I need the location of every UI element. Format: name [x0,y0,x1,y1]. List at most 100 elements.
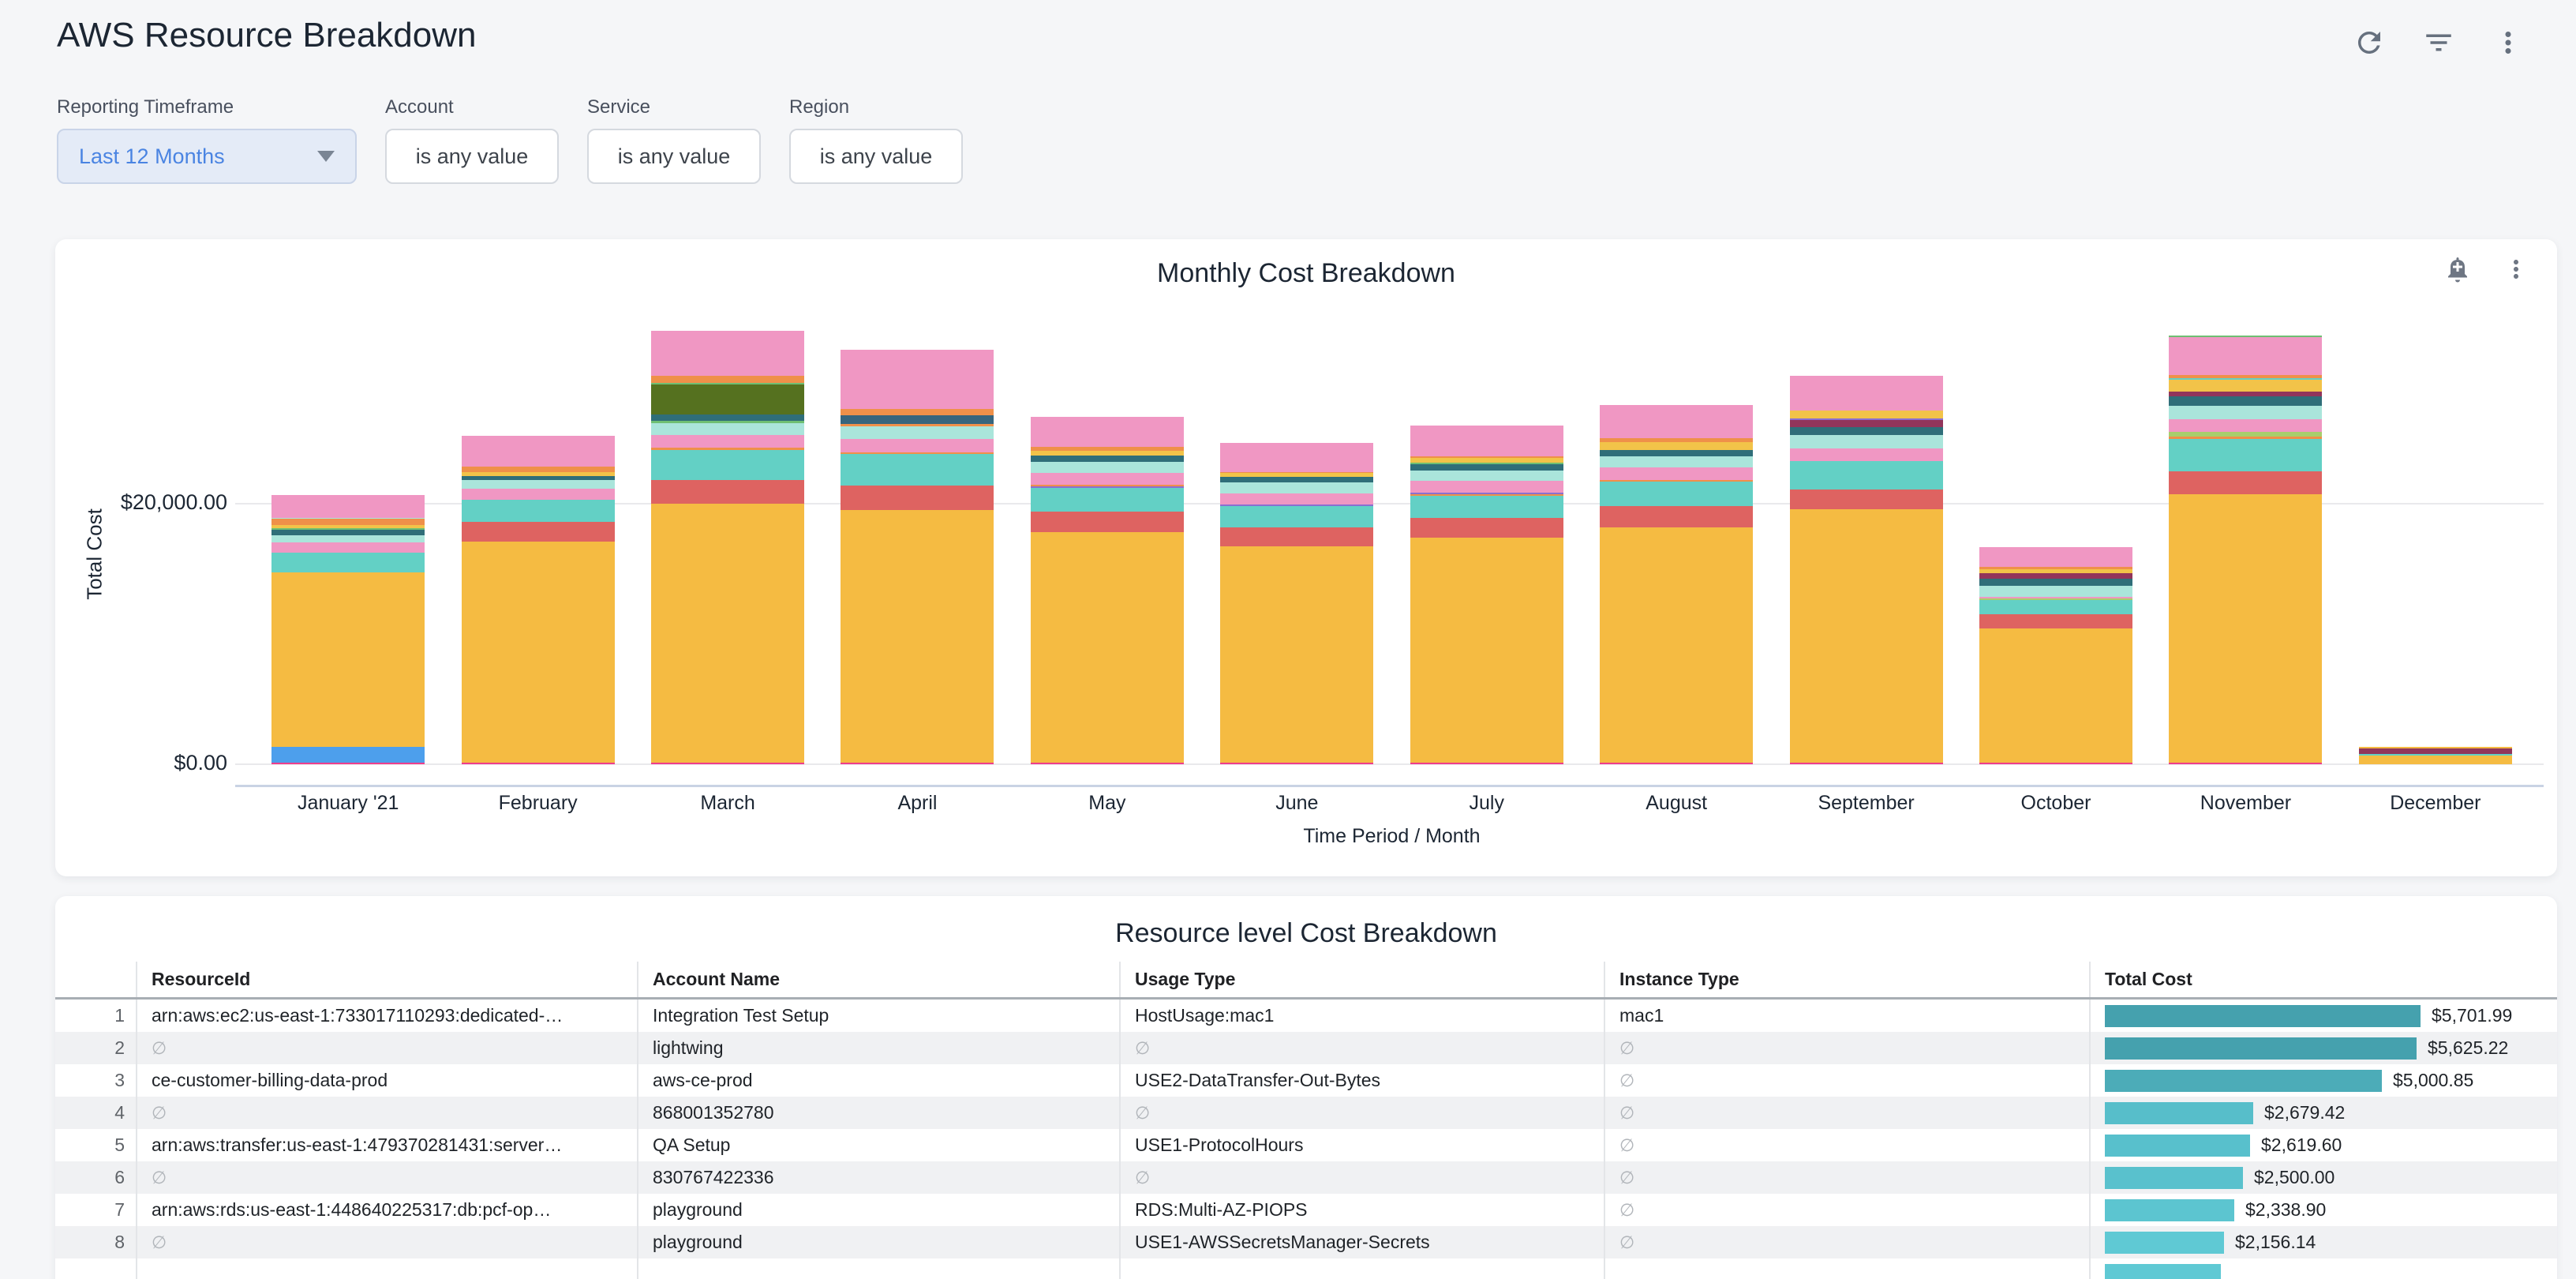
bar-segment-dark_teal[interactable] [1600,450,1753,457]
bar-segment-amber[interactable] [2169,494,2322,763]
region-filter-chip[interactable]: is any value [789,129,963,184]
bar-segment-pink[interactable] [1600,467,1753,480]
bar-segment-magenta[interactable] [1979,763,2132,764]
bar-segment-magenta[interactable] [1031,763,1184,764]
bar-segment-pink[interactable] [2169,419,2322,433]
stacked-bar[interactable] [1790,376,1943,764]
bar-segment-teal[interactable] [1031,488,1184,512]
bar-segment-pale_cyan[interactable] [1979,586,2132,597]
bar-segment-amber[interactable] [1600,527,1753,763]
bar-segment-yellow[interactable] [1790,411,1943,418]
bar-segment-pale_cyan[interactable] [1790,435,1943,448]
stacked-bar[interactable] [462,436,615,764]
bar-segment-pale_cyan[interactable] [1410,471,1563,481]
bar-segment-pink[interactable] [651,435,804,448]
bar-segment-yellow[interactable] [1600,442,1753,450]
bar-june[interactable] [1202,239,1391,764]
bar-segment-pink[interactable] [1790,448,1943,461]
dashboard-more-button[interactable] [2491,25,2525,60]
bar-segment-pale_cyan[interactable] [1031,462,1184,474]
bar-segment-teal[interactable] [271,553,425,572]
bar-segment-pale_cyan[interactable] [2169,406,2322,419]
bar-segment-amber[interactable] [1979,628,2132,763]
account-filter-chip[interactable]: is any value [385,129,559,184]
bar-segment-dark_teal[interactable] [1031,456,1184,461]
bar-segment-pink[interactable] [462,436,615,467]
bar-segment-teal[interactable] [1600,482,1753,506]
bar-february[interactable] [443,239,632,764]
bar-segment-pink[interactable] [1220,493,1373,504]
column-header-resourceid[interactable]: ResourceId [136,962,637,997]
bar-segment-pink[interactable] [1410,481,1563,493]
bar-segment-magenta[interactable] [1220,763,1373,764]
bar-segment-red[interactable] [1410,518,1563,538]
stacked-bar[interactable] [841,350,994,764]
bar-segment-red[interactable] [1031,512,1184,532]
bar-segment-pink[interactable] [271,542,425,553]
reporting-timeframe-dropdown[interactable]: Last 12 Months [57,129,357,184]
bar-segment-pale_cyan[interactable] [271,535,425,542]
bar-november[interactable] [2151,239,2340,764]
stacked-bar[interactable] [651,331,804,764]
bar-segment-magenta[interactable] [1410,763,1563,764]
bar-segment-pale_cyan[interactable] [462,480,615,489]
bar-segment-dark_teal[interactable] [1979,579,2132,586]
bar-segment-red[interactable] [651,480,804,504]
bar-segment-pink[interactable] [1790,376,1943,411]
bar-segment-teal[interactable] [841,454,994,486]
bar-segment-red[interactable] [1220,527,1373,547]
bar-segment-orange[interactable] [271,519,425,525]
bar-segment-magenta[interactable] [841,763,994,764]
bar-segment-pink[interactable] [1031,417,1184,448]
stacked-bar[interactable] [1410,426,1563,764]
bar-segment-olive[interactable] [651,384,804,414]
bar-segment-pink[interactable] [841,439,994,452]
bar-segment-red[interactable] [2169,471,2322,495]
bar-september[interactable] [1771,239,1960,764]
bar-segment-orange[interactable] [651,376,804,382]
bar-segment-amber[interactable] [1031,532,1184,763]
bar-segment-maroon[interactable] [1979,573,2132,579]
bar-april[interactable] [822,239,1012,764]
bar-segment-pink[interactable] [1031,473,1184,485]
bar-segment-teal[interactable] [1979,600,2132,614]
stacked-bar[interactable] [1220,443,1373,764]
stacked-bar[interactable] [2359,747,2512,764]
bar-segment-amber[interactable] [841,510,994,763]
bar-segment-pink[interactable] [1600,405,1753,438]
bar-segment-magenta[interactable] [462,763,615,764]
bar-segment-teal[interactable] [2169,439,2322,471]
bar-october[interactable] [1961,239,2151,764]
bar-segment-amber[interactable] [1410,538,1563,763]
bar-segment-magenta[interactable] [1790,763,1943,764]
stacked-bar[interactable] [1600,405,1753,764]
bar-august[interactable] [1582,239,1771,764]
bar-segment-amber[interactable] [462,542,615,763]
refresh-button[interactable] [2352,25,2387,60]
bar-segment-dark_teal[interactable] [1410,464,1563,471]
bar-segment-amber[interactable] [1220,546,1373,763]
bar-segment-red[interactable] [1979,614,2132,628]
column-header-account-name[interactable]: Account Name [637,962,1119,997]
bar-segment-teal[interactable] [462,500,615,522]
column-header-instance-type[interactable]: Instance Type [1604,962,2089,997]
bar-segment-teal[interactable] [1410,496,1563,518]
bar-segment-pink[interactable] [462,489,615,500]
bar-segment-amber[interactable] [1790,509,1943,763]
bar-may[interactable] [1013,239,1202,764]
bar-segment-magenta[interactable] [271,763,425,764]
bar-segment-amber[interactable] [2359,756,2512,764]
bar-segment-red[interactable] [462,522,615,542]
bar-segment-dark_teal[interactable] [2169,396,2322,406]
bar-segment-red[interactable] [1600,506,1753,527]
bar-july[interactable] [1392,239,1582,764]
bar-january-21[interactable] [253,239,443,764]
bar-segment-pink[interactable] [271,495,425,518]
bar-segment-pink[interactable] [1410,426,1563,456]
bar-segment-red[interactable] [1790,489,1943,509]
bar-segment-pale_cyan[interactable] [841,426,994,440]
bar-segment-magenta[interactable] [651,763,804,764]
bar-segment-pale_cyan[interactable] [651,423,804,435]
bar-segment-maroon[interactable] [1790,420,1943,426]
bar-segment-orange[interactable] [841,409,994,414]
